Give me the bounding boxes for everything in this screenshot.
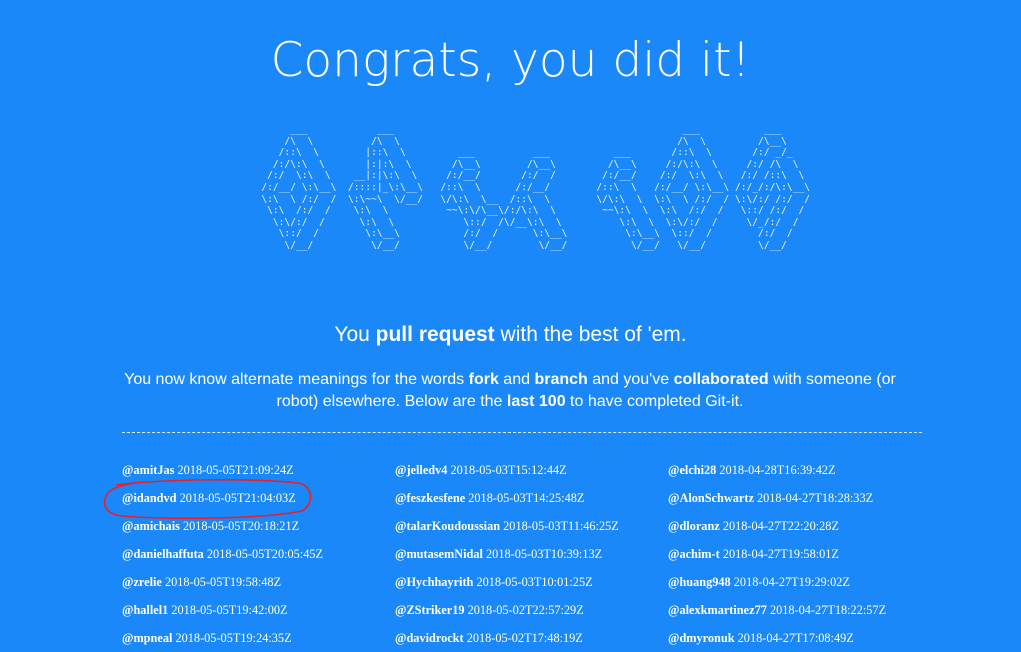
completion-timestamp: 2018-05-05T19:58:48Z xyxy=(164,575,282,589)
completion-user-link[interactable]: @talarKoudoussian xyxy=(395,519,500,533)
tagline-post: with the best of 'em. xyxy=(494,323,687,346)
completion-timestamp: 2018-05-03T11:46:25Z xyxy=(503,519,619,533)
completion-item: @jelledv4 2018-05-03T15:12:44Z xyxy=(395,456,668,484)
completion-item: @ZStriker19 2018-05-02T22:57:29Z xyxy=(395,596,668,624)
dashed-divider xyxy=(122,432,922,433)
completion-user-link[interactable]: @danielhaffuta xyxy=(122,547,204,561)
completion-user-link[interactable]: @davidrockt xyxy=(395,631,464,645)
completion-timestamp: 2018-04-27T18:28:33Z xyxy=(756,491,874,505)
completion-timestamp: 2018-05-02T17:48:19Z xyxy=(466,631,583,645)
description-text-1: You now know alternate meanings for the … xyxy=(124,371,469,388)
description: You now know alternate meanings for the … xyxy=(110,369,910,413)
completion-item: @talarKoudoussian 2018-05-03T11:46:25Z xyxy=(395,512,668,540)
completion-timestamp: 2018-05-05T19:24:35Z xyxy=(175,631,292,645)
completion-item: @elchi28 2018-04-28T16:39:42Z xyxy=(668,456,941,484)
completion-user-link[interactable]: @jelledv4 xyxy=(395,463,447,477)
tagline: You pull request with the best of 'em. xyxy=(0,320,1021,350)
completion-user-link[interactable]: @dmyronuk xyxy=(668,631,735,645)
completion-user-link[interactable]: @amitJas xyxy=(122,463,174,477)
completion-user-link[interactable]: @feszkesfene xyxy=(395,491,465,505)
completion-timestamp: 2018-04-27T18:22:57Z xyxy=(769,603,887,617)
completion-user-link[interactable]: @dloranz xyxy=(668,519,720,533)
completions-list: @amitJas 2018-05-05T21:09:24Z @idandvd 20… xyxy=(122,456,942,652)
completion-timestamp: 2018-04-28T16:39:42Z xyxy=(719,463,836,477)
completion-timestamp: 2018-05-05T20:05:45Z xyxy=(206,547,324,561)
completion-item: @amitJas 2018-05-05T21:09:24Z xyxy=(122,456,395,484)
completion-user-link[interactable]: @alexkmartinez77 xyxy=(668,603,767,617)
completion-timestamp: 2018-05-03T10:01:25Z xyxy=(476,575,593,589)
tagline-pre: You xyxy=(334,323,376,346)
completion-user-link[interactable]: @mutasemNidal xyxy=(395,547,483,561)
completion-timestamp: 2018-04-27T22:20:28Z xyxy=(722,519,839,533)
completion-timestamp: 2018-05-03T10:39:13Z xyxy=(486,547,603,561)
completion-user-link[interactable]: @ZStriker19 xyxy=(395,603,465,617)
ascii-art-logo: ___ ___ ___ ___ /\ \ /\ \ /\ \ /\__\ /::… xyxy=(261,124,811,251)
completions-column-1: @amitJas 2018-05-05T21:09:24Z @idandvd 20… xyxy=(122,456,395,652)
completion-user-link[interactable]: @huang948 xyxy=(668,575,731,589)
description-bold-branch: branch xyxy=(534,371,588,388)
completion-user-link[interactable]: @AlonSchwartz xyxy=(668,491,754,505)
completion-user-link[interactable]: @mpneal xyxy=(122,631,172,645)
completion-item: @zrelie 2018-05-05T19:58:48Z xyxy=(122,568,395,596)
completion-timestamp: 2018-05-05T21:04:03Z xyxy=(179,491,296,505)
completion-item: @achim-t 2018-04-27T19:58:01Z xyxy=(668,540,941,568)
completion-user-link[interactable]: @zrelie xyxy=(122,575,162,589)
description-bold-collaborated: collaborated xyxy=(673,371,769,388)
completion-item: @dmyronuk 2018-04-27T17:08:49Z xyxy=(668,624,941,652)
tagline-strong: pull request xyxy=(375,323,495,346)
completion-user-link[interactable]: @amichais xyxy=(122,519,180,533)
completion-item: @Hychhayrith 2018-05-03T10:01:25Z xyxy=(395,568,668,596)
completion-item: @feszkesfene 2018-05-03T14:25:48Z xyxy=(395,484,668,512)
completion-item: @alexkmartinez77 2018-04-27T18:22:57Z xyxy=(668,596,941,624)
description-bold-fork: fork xyxy=(468,371,499,388)
page-title: Congrats, you did it! xyxy=(270,33,751,88)
description-text-5: to have completed Git-it. xyxy=(565,393,744,410)
completion-item: @huang948 2018-04-27T19:29:02Z xyxy=(668,568,941,596)
completion-user-link[interactable]: @achim-t xyxy=(668,547,720,561)
completion-item: @danielhaffuta 2018-05-05T20:05:45Z xyxy=(122,540,395,568)
description-bold-last-100: last 100 xyxy=(506,393,566,410)
completion-timestamp: 2018-05-05T20:18:21Z xyxy=(182,519,300,533)
completion-timestamp: 2018-04-27T19:58:01Z xyxy=(722,547,839,561)
completion-timestamp: 2018-05-03T14:25:48Z xyxy=(468,491,585,505)
completion-timestamp: 2018-05-05T19:42:00Z xyxy=(171,603,288,617)
completion-timestamp: 2018-04-27T19:29:02Z xyxy=(733,575,850,589)
completion-timestamp: 2018-05-03T15:12:44Z xyxy=(450,463,567,477)
completion-item: @idandvd 2018-05-05T21:04:03Z xyxy=(122,484,395,512)
completion-timestamp: 2018-04-27T17:08:49Z xyxy=(737,631,854,645)
completion-user-link[interactable]: @Hychhayrith xyxy=(395,575,473,589)
completion-item: @dloranz 2018-04-27T22:20:28Z xyxy=(668,512,941,540)
completion-user-link[interactable]: @elchi28 xyxy=(668,463,716,477)
completions-column-2: @jelledv4 2018-05-03T15:12:44Z @feszkesfe… xyxy=(395,456,668,652)
completion-item: @mpneal 2018-05-05T19:24:35Z xyxy=(122,624,395,652)
completion-user-link[interactable]: @idandvd xyxy=(122,491,177,505)
completion-user-link[interactable]: @hallel1 xyxy=(122,603,168,617)
completion-item: @amichais 2018-05-05T20:18:21Z xyxy=(122,512,395,540)
completion-item: @davidrockt 2018-05-02T17:48:19Z xyxy=(395,624,668,652)
completions-column-3: @elchi28 2018-04-28T16:39:42Z @AlonSchwar… xyxy=(668,456,941,652)
completion-timestamp: 2018-05-05T21:09:24Z xyxy=(177,463,294,477)
completion-item: @hallel1 2018-05-05T19:42:00Z xyxy=(122,596,395,624)
description-text-3: and you've xyxy=(587,371,674,388)
description-text-2: and xyxy=(498,371,535,388)
completion-timestamp: 2018-05-02T22:57:29Z xyxy=(467,603,584,617)
completion-item: @mutasemNidal 2018-05-03T10:39:13Z xyxy=(395,540,668,568)
completion-item: @AlonSchwartz 2018-04-27T18:28:33Z xyxy=(668,484,941,512)
